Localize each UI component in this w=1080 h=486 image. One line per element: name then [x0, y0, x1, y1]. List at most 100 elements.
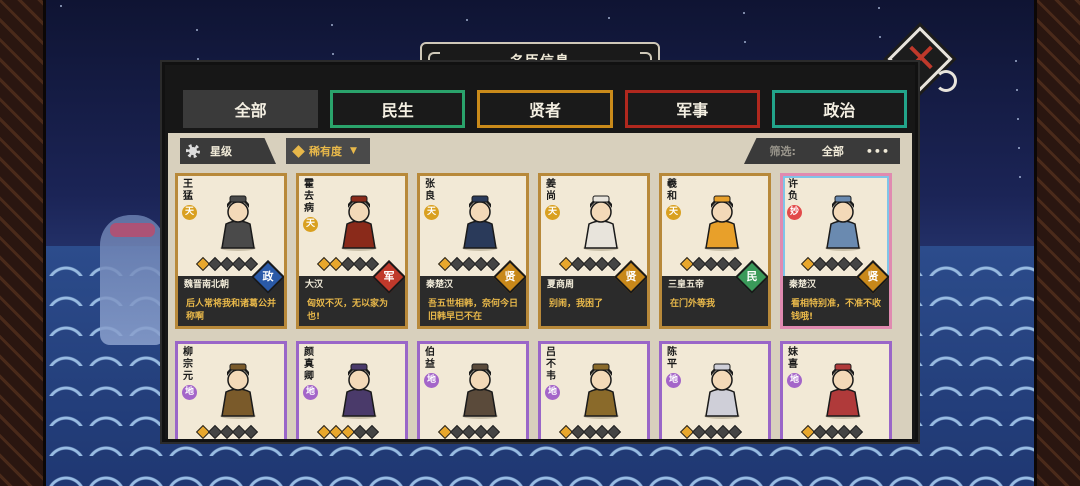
- grade-badge: 天: [303, 217, 318, 232]
- minister-card[interactable]: 妹喜地: [780, 341, 892, 439]
- minister-card[interactable]: 柳宗元地: [175, 341, 287, 439]
- grade-badge: 地: [545, 385, 560, 400]
- star-rating: [800, 424, 864, 439]
- sort-rarity-button[interactable]: 稀有度 ▼: [286, 138, 370, 164]
- rating-diamond-icon: [848, 424, 864, 439]
- minister-name: 王猛: [183, 179, 193, 202]
- tab-xianzhe[interactable]: 贤者: [477, 90, 613, 128]
- minister-quote: 别闹，我困了: [541, 294, 647, 326]
- minister-portrait-icon: [462, 195, 498, 251]
- type-label: 贤: [867, 270, 879, 283]
- minister-card[interactable]: 颜真卿地: [296, 341, 408, 439]
- sky-star: [1017, 118, 1019, 120]
- star-rating: [316, 424, 380, 439]
- star-rating: [558, 424, 622, 439]
- more-dots-icon[interactable]: •••: [866, 145, 890, 158]
- minister-name: 许负: [788, 179, 798, 202]
- sky-star: [879, 36, 881, 38]
- grade-badge: 地: [787, 373, 802, 388]
- sky-star: [608, 17, 610, 19]
- sky-star: [60, 5, 62, 7]
- minister-card[interactable]: 陈平地: [659, 341, 771, 439]
- rarity-sort-label: 稀有度: [309, 145, 342, 158]
- minister-card[interactable]: 羲和天 三皇五帝民在门外等我: [659, 173, 771, 329]
- sky-star: [197, 58, 199, 60]
- rating-diamond-icon: [364, 256, 380, 272]
- sky-star: [1018, 147, 1020, 149]
- type-label: 政: [262, 270, 274, 283]
- minister-portrait-icon: [220, 363, 256, 419]
- rating-diamond-icon: [606, 256, 622, 272]
- minister-portrait-icon: [583, 195, 619, 251]
- rating-diamond-icon: [727, 256, 743, 272]
- tab-zhengzhi[interactable]: 政治: [771, 90, 908, 128]
- minister-portrait-icon: [704, 363, 740, 419]
- minister-card[interactable]: 王猛天 魏晋南北朝政后人常将我和诸葛公并称啊: [175, 173, 287, 329]
- tab-junshi[interactable]: 军事: [624, 90, 760, 128]
- grade-badge: 天: [666, 205, 681, 220]
- sort-star-button[interactable]: 星级: [180, 138, 276, 164]
- star-rating: [316, 256, 380, 272]
- flower-icon: [186, 144, 200, 158]
- minister-name: 霍去病: [304, 179, 314, 214]
- minister-quote: 在门外等我: [662, 294, 768, 326]
- sky-star: [878, 7, 880, 9]
- minister-name: 陈平: [667, 347, 677, 370]
- star-rating: [558, 256, 622, 272]
- dropdown-arrow-icon: ▼: [350, 146, 357, 156]
- type-label: 贤: [625, 270, 637, 283]
- minister-card[interactable]: 吕不韦地: [538, 341, 650, 439]
- minister-quote: 后人常将我和诸葛公并称啊: [178, 294, 284, 326]
- minister-name: 吕不韦: [546, 347, 556, 382]
- minister-name: 柳宗元: [183, 347, 193, 382]
- tab-minsheng[interactable]: 民生: [330, 90, 466, 128]
- star-sort-label: 星级: [210, 145, 232, 158]
- sky-star: [331, 24, 333, 26]
- filter-dropdown[interactable]: 筛选: 全部 •••: [744, 138, 900, 164]
- minister-name: 张良: [425, 179, 435, 202]
- grade-badge: 地: [666, 373, 681, 388]
- tab-all[interactable]: 全部: [183, 90, 319, 128]
- sky-star: [1015, 60, 1017, 62]
- minister-name: 姜尚: [546, 179, 556, 202]
- right-ornamental-frame: [1034, 0, 1080, 486]
- card-grid-area: 星级 稀有度 ▼ 筛选: 全部 ••• 王猛天 魏晋南北朝政后人常将我和诸葛公并…: [168, 133, 912, 439]
- minister-card[interactable]: 霍去病天 大汉军匈奴不灭，无以家为也!: [296, 173, 408, 329]
- star-rating: [195, 424, 259, 439]
- minister-name: 羲和: [667, 179, 677, 202]
- star-rating: [437, 424, 501, 439]
- sky-star: [1019, 176, 1021, 178]
- minister-portrait-icon: [583, 363, 619, 419]
- star-rating: [800, 256, 864, 272]
- minister-card[interactable]: 许负妙 秦楚汉贤看相特别准，不准不收钱哦!: [780, 173, 892, 329]
- floating-island: [100, 215, 165, 345]
- sky-star: [1016, 89, 1018, 91]
- rating-diamond-icon: [243, 256, 259, 272]
- rating-diamond-icon: [485, 256, 501, 272]
- rating-diamond-icon: [727, 424, 743, 439]
- minister-card-list: 王猛天 魏晋南北朝政后人常将我和诸葛公并称啊 霍去病天 大汉军匈奴不灭，无以家为也…: [175, 173, 905, 439]
- sky-star: [196, 29, 198, 31]
- rating-diamond-icon: [364, 424, 380, 439]
- grade-badge: 地: [182, 385, 197, 400]
- left-ornamental-frame: [0, 0, 46, 486]
- minister-quote: 看相特别准，不准不收钱哦!: [783, 294, 889, 326]
- grade-badge: 天: [545, 205, 560, 220]
- filter-label: 筛选:: [769, 145, 796, 158]
- minister-card[interactable]: 张良天 秦楚汉贤吾五世相韩，奈何今日旧韩早已不在: [417, 173, 529, 329]
- sky-star: [466, 19, 468, 21]
- rating-diamond-icon: [485, 424, 501, 439]
- grade-badge: 妙: [787, 205, 802, 220]
- minister-name: 妹喜: [788, 347, 798, 370]
- grade-badge: 天: [424, 205, 439, 220]
- minister-name: 颜真卿: [304, 347, 314, 382]
- minister-card[interactable]: 伯益地: [417, 341, 529, 439]
- filter-bar: 星级 稀有度 ▼ 筛选: 全部 •••: [180, 138, 900, 164]
- grade-badge: 地: [303, 385, 318, 400]
- filter-value: 全部: [821, 145, 844, 158]
- minister-portrait-icon: [462, 363, 498, 419]
- minister-card[interactable]: 姜尚天 夏商周贤别闹，我困了: [538, 173, 650, 329]
- type-label: 民: [746, 270, 758, 283]
- minister-portrait-icon: [220, 195, 256, 251]
- cloud-swirl-icon: [935, 70, 957, 92]
